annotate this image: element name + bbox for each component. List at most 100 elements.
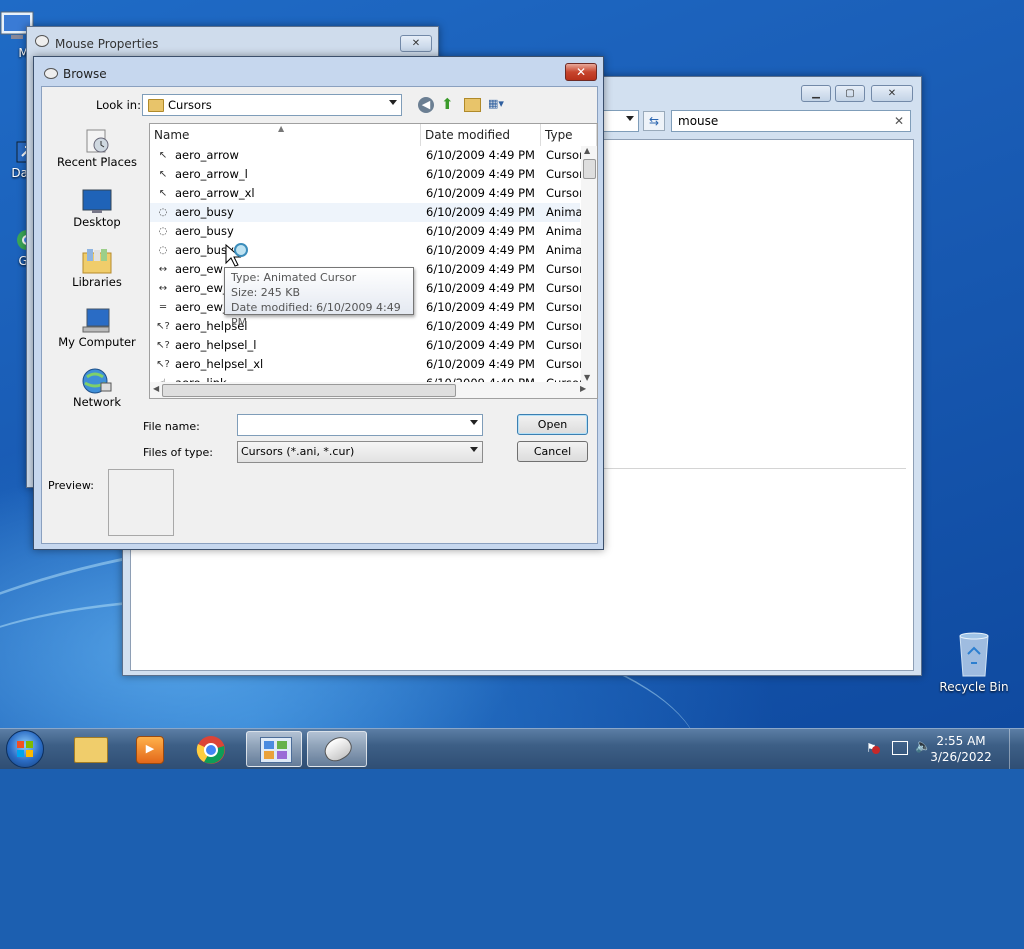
clear-search-icon[interactable]: ✕ bbox=[894, 111, 904, 131]
cursor-file-icon: ↔ bbox=[158, 283, 168, 294]
cancel-button[interactable]: Cancel bbox=[517, 441, 588, 462]
clock-date: 3/26/2022 bbox=[930, 750, 992, 764]
file-name-label: File name: bbox=[143, 420, 200, 433]
refresh-button[interactable]: ⇆ bbox=[643, 111, 665, 131]
taskbar-media-player-button[interactable]: ▶ bbox=[122, 731, 178, 767]
action-center-icon[interactable]: ⚑ bbox=[866, 741, 880, 755]
close-button[interactable]: ✕ bbox=[871, 85, 913, 102]
recent-places-icon bbox=[83, 127, 111, 155]
place-label: My Computer bbox=[58, 335, 136, 349]
place-recent-places[interactable]: Recent Places bbox=[50, 127, 144, 169]
start-orb-icon[interactable] bbox=[6, 730, 44, 768]
preview-label: Preview: bbox=[48, 479, 94, 492]
file-type: Cursor bbox=[546, 357, 582, 371]
view-menu-icon[interactable]: ▦▾ bbox=[488, 97, 512, 111]
file-row[interactable]: ◌ aero_busy 6/10/2009 4:49 PM Anima bbox=[150, 222, 582, 241]
up-folder-icon[interactable]: ⬆ bbox=[441, 96, 457, 112]
file-name-input[interactable] bbox=[237, 414, 483, 436]
address-dropdown[interactable] bbox=[603, 110, 639, 132]
search-input[interactable]: mouse ✕ bbox=[671, 110, 911, 132]
taskbar-chrome-button[interactable] bbox=[184, 731, 240, 767]
place-libraries[interactable]: Libraries bbox=[50, 247, 144, 289]
button-label: Cancel bbox=[533, 445, 572, 458]
file-row[interactable]: ◌ aero_busy 6/10/2009 4:49 PM Anima bbox=[150, 203, 582, 222]
place-desktop[interactable]: Desktop bbox=[50, 187, 144, 229]
mouse-icon bbox=[35, 35, 49, 47]
scroll-down-arrow[interactable]: ▼ bbox=[584, 373, 590, 382]
cursor-file-icon: ◌ bbox=[158, 207, 168, 218]
cursor-file-icon: ◌ bbox=[158, 245, 168, 256]
files-of-type-label: Files of type: bbox=[143, 446, 214, 459]
scroll-thumb[interactable] bbox=[162, 384, 456, 397]
look-in-dropdown[interactable]: Cursors bbox=[142, 94, 402, 116]
browse-dialog[interactable]: Browse ✕ Look in: Cursors ◀ ⬆ ▦▾ Recent … bbox=[33, 56, 604, 550]
taskbar-mouse-properties-button[interactable] bbox=[307, 731, 367, 767]
place-label: Network bbox=[72, 395, 122, 409]
file-row[interactable]: ◌ aero_busy_ 6/10/2009 4:49 PM Anima bbox=[150, 241, 582, 260]
file-date: 6/10/2009 4:49 PM bbox=[426, 243, 535, 257]
file-type: Cursor bbox=[546, 148, 582, 162]
file-type: Anima bbox=[546, 205, 582, 219]
clock[interactable]: 2:55 AM 3/26/2022 bbox=[926, 733, 996, 765]
button-label: Open bbox=[537, 418, 568, 431]
look-in-label: Look in: bbox=[96, 98, 141, 112]
close-button[interactable]: ✕ bbox=[400, 35, 432, 52]
place-my-computer[interactable]: My Computer bbox=[50, 307, 144, 349]
file-row[interactable]: ↖ aero_arrow 6/10/2009 4:49 PM Cursor bbox=[150, 146, 582, 165]
file-date: 6/10/2009 4:49 PM bbox=[426, 262, 535, 276]
preview-pane bbox=[108, 469, 174, 536]
place-network[interactable]: Network bbox=[50, 367, 144, 409]
close-button[interactable]: ✕ bbox=[565, 63, 597, 81]
mouse-icon bbox=[320, 732, 356, 766]
show-desktop-button[interactable] bbox=[1009, 729, 1024, 769]
folder-icon bbox=[148, 99, 164, 112]
file-row[interactable]: ↖? aero_helpsel_xl 6/10/2009 4:49 PM Cursor bbox=[150, 355, 582, 374]
minimize-button[interactable]: ▁ bbox=[801, 85, 831, 102]
network-tray-icon[interactable] bbox=[892, 741, 908, 755]
desktop-icon bbox=[82, 187, 112, 215]
vertical-scrollbar[interactable]: ▲ ▼ bbox=[581, 146, 597, 382]
cursor-file-icon: ↖ bbox=[158, 188, 168, 199]
desktop-icon-recycle-bin[interactable]: Recycle Bin bbox=[937, 630, 1011, 694]
taskbar-control-panel-button[interactable] bbox=[246, 731, 302, 767]
file-type: Cursor bbox=[546, 186, 582, 200]
file-date: 6/10/2009 4:49 PM bbox=[426, 338, 535, 352]
mouse-pointer-busy-icon bbox=[224, 243, 250, 269]
explorer-icon bbox=[74, 737, 108, 763]
cursor-file-icon: ◌ bbox=[158, 226, 168, 237]
files-of-type-dropdown[interactable]: Cursors (*.ani, *.cur) bbox=[237, 441, 483, 463]
cursor-file-icon: ↖ bbox=[158, 169, 168, 180]
file-list[interactable]: Name ▲ Date modified Type ↖ aero_arrow 6/10… bbox=[149, 123, 598, 399]
cursor-file-icon: ↔ bbox=[158, 264, 168, 275]
back-icon[interactable]: ◀ bbox=[418, 97, 434, 113]
title-bar[interactable]: Mouse Properties ✕ bbox=[27, 27, 438, 53]
clock-time: 2:55 AM bbox=[936, 734, 986, 748]
file-row[interactable]: ↖ aero_arrow_xl 6/10/2009 4:49 PM Cursor bbox=[150, 184, 582, 203]
scroll-up-arrow[interactable]: ▲ bbox=[584, 146, 590, 155]
taskbar-explorer-button[interactable] bbox=[62, 731, 118, 767]
column-header-type[interactable]: Type bbox=[541, 124, 597, 146]
maximize-button[interactable]: ▢ bbox=[835, 85, 865, 102]
column-label: Type bbox=[545, 128, 573, 142]
file-name: aero_busy_ bbox=[175, 243, 240, 257]
file-row[interactable]: ↖? aero_helpsel_l 6/10/2009 4:49 PM Cursor bbox=[150, 336, 582, 355]
scroll-left-arrow[interactable]: ◀ bbox=[153, 384, 159, 393]
file-date: 6/10/2009 4:49 PM bbox=[426, 167, 535, 181]
file-row[interactable]: ↖ aero_arrow_l 6/10/2009 4:49 PM Cursor bbox=[150, 165, 582, 184]
open-button[interactable]: Open bbox=[517, 414, 588, 435]
file-type: Cursor bbox=[546, 338, 582, 352]
scroll-right-arrow[interactable]: ▶ bbox=[580, 384, 586, 393]
tooltip-type: Type: Animated Cursor bbox=[231, 271, 357, 284]
file-date: 6/10/2009 4:49 PM bbox=[426, 224, 535, 238]
file-date: 6/10/2009 4:49 PM bbox=[426, 281, 535, 295]
column-header-date[interactable]: Date modified bbox=[421, 124, 541, 146]
new-folder-icon[interactable] bbox=[464, 98, 481, 112]
file-type: Cursor bbox=[546, 262, 582, 276]
column-label: Name bbox=[154, 128, 190, 142]
column-header-name[interactable]: Name ▲ bbox=[150, 124, 421, 146]
file-type: Anima bbox=[546, 224, 582, 238]
scroll-thumb[interactable] bbox=[583, 159, 596, 179]
title-bar[interactable]: Browse ✕ bbox=[34, 57, 603, 83]
file-type: Cursor bbox=[546, 167, 582, 181]
horizontal-scrollbar[interactable]: ◀ ▶ bbox=[150, 382, 597, 398]
